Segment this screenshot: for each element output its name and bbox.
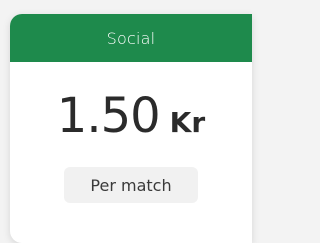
price-display: 1.50 Kr bbox=[10, 92, 252, 140]
billing-period-badge: Per match bbox=[64, 167, 198, 203]
billing-period-label: Per match bbox=[90, 175, 172, 195]
price-amount: 1.50 bbox=[56, 88, 161, 144]
plan-header: Social bbox=[10, 14, 252, 62]
price-currency: Kr bbox=[169, 106, 206, 139]
pricing-card[interactable]: Social 1.50 Kr Per match bbox=[10, 14, 252, 243]
plan-name: Social bbox=[106, 28, 156, 48]
